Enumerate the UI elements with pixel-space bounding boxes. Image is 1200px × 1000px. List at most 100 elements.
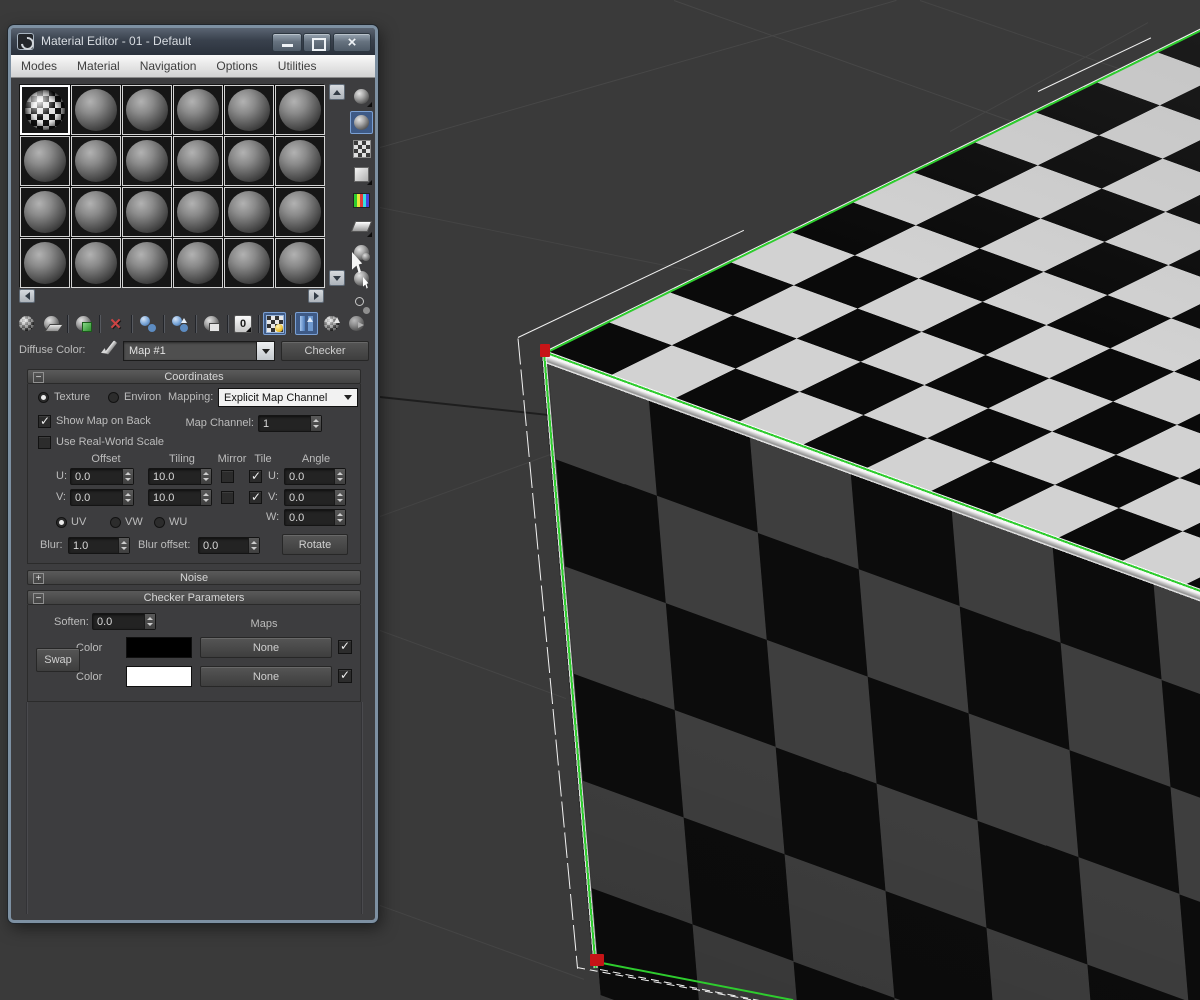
uv-radio[interactable] (56, 517, 67, 528)
maximize-button[interactable] (303, 33, 331, 52)
material-sample-slot[interactable] (122, 187, 172, 237)
spinner[interactable] (334, 469, 345, 484)
menu-item-modes[interactable]: Modes (11, 55, 67, 77)
put-to-library-icon[interactable] (200, 312, 223, 335)
palette-scroll-up-button[interactable] (329, 84, 345, 100)
material-sample-slot[interactable] (173, 187, 223, 237)
material-sample-slot[interactable] (224, 238, 274, 288)
mirror-u-checkbox[interactable] (221, 470, 234, 483)
wu-radio[interactable] (154, 517, 165, 528)
spinner[interactable] (334, 510, 345, 525)
swap-button[interactable]: Swap (36, 648, 80, 672)
sample-type-icon[interactable] (350, 85, 373, 108)
spinner[interactable] (334, 490, 345, 505)
assign-material-to-selection-icon[interactable] (72, 312, 95, 335)
material-sample-slot[interactable] (173, 85, 223, 135)
texture-radio[interactable] (38, 392, 49, 403)
material-sample-slot[interactable] (275, 85, 325, 135)
color2-map-button[interactable]: None (200, 666, 332, 687)
make-preview-icon[interactable] (350, 215, 373, 238)
sample-uv-tiling-icon[interactable] (350, 163, 373, 186)
video-color-check-icon[interactable] (350, 189, 373, 212)
use-real-world-scale-checkbox[interactable] (38, 436, 51, 449)
material-sample-slot[interactable] (275, 136, 325, 186)
environ-radio[interactable] (108, 392, 119, 403)
material-sample-slot[interactable] (20, 187, 70, 237)
material-sample-slot[interactable] (71, 187, 121, 237)
get-material-icon[interactable] (15, 312, 38, 335)
spinner[interactable] (122, 469, 133, 484)
menu-item-utilities[interactable]: Utilities (268, 55, 327, 77)
material-sample-slot[interactable] (20, 238, 70, 288)
material-id-channel-icon[interactable]: 0 (234, 314, 252, 333)
material-sample-slot[interactable] (71, 85, 121, 135)
spinner[interactable] (118, 538, 129, 553)
material-sample-slot[interactable] (122, 85, 172, 135)
blur-field[interactable]: 1.0 (68, 537, 130, 554)
material-sample-slot[interactable] (20, 85, 70, 135)
material-sample-slot[interactable] (71, 238, 121, 288)
soften-field[interactable]: 0.0 (92, 613, 156, 630)
palette-scroll-right-button[interactable] (308, 289, 324, 303)
show-shaded-material-in-viewport-icon[interactable] (263, 312, 286, 335)
menu-item-options[interactable]: Options (206, 55, 267, 77)
angle-u-field[interactable]: 0.0 (284, 468, 346, 485)
material-sample-slot[interactable] (173, 238, 223, 288)
minimize-button[interactable] (272, 33, 302, 52)
angle-v-field[interactable]: 0.0 (284, 489, 346, 506)
material-sample-slot[interactable] (173, 136, 223, 186)
rotate-button[interactable]: Rotate (282, 534, 348, 555)
selected-vertex-bottom[interactable] (590, 954, 604, 966)
material-sample-slot[interactable] (122, 238, 172, 288)
material-sample-slot[interactable] (20, 136, 70, 186)
color1-swatch[interactable] (126, 637, 192, 658)
spinner[interactable] (122, 490, 133, 505)
material-sample-slot[interactable] (224, 187, 274, 237)
checker-parameters-rollout-header[interactable]: − Checker Parameters (27, 590, 361, 605)
select-by-material-icon[interactable] (350, 267, 373, 290)
material-sample-slot[interactable] (275, 238, 325, 288)
go-to-parent-icon[interactable] (320, 312, 343, 335)
color2-swatch[interactable] (126, 666, 192, 687)
eyedropper-icon[interactable] (101, 338, 121, 358)
spinner[interactable] (200, 490, 211, 505)
background-icon[interactable] (350, 137, 373, 160)
material-sample-slot[interactable] (275, 187, 325, 237)
make-material-copy-icon[interactable] (136, 312, 159, 335)
color2-map-enable-checkbox[interactable] (338, 668, 352, 683)
color1-map-enable-checkbox[interactable] (338, 639, 352, 654)
backlight-icon[interactable] (350, 111, 373, 134)
coordinates-rollout-header[interactable]: − Coordinates (27, 369, 361, 384)
spinner[interactable] (248, 538, 259, 553)
show-map-on-back-checkbox[interactable] (38, 414, 51, 428)
offset-u-field[interactable]: 0.0 (70, 468, 134, 485)
blur-offset-field[interactable]: 0.0 (198, 537, 260, 554)
material-sample-slot[interactable] (224, 85, 274, 135)
map-type-button[interactable]: Checker (281, 341, 369, 361)
vw-radio[interactable] (110, 517, 121, 528)
show-end-result-icon[interactable] (295, 312, 318, 335)
tiling-u-field[interactable]: 10.0 (148, 468, 212, 485)
material-sample-slot[interactable] (71, 136, 121, 186)
offset-v-field[interactable]: 0.0 (70, 489, 134, 506)
palette-scroll-down-button[interactable] (329, 270, 345, 286)
material-sample-slot[interactable] (122, 136, 172, 186)
menu-item-navigation[interactable]: Navigation (130, 55, 207, 77)
noise-rollout-header[interactable]: + Noise (27, 570, 361, 585)
mirror-v-checkbox[interactable] (221, 491, 234, 504)
tiling-v-field[interactable]: 10.0 (148, 489, 212, 506)
palette-scroll-left-button[interactable] (19, 289, 35, 303)
spinner[interactable] (310, 416, 321, 431)
titlebar[interactable]: Material Editor - 01 - Default (11, 28, 375, 55)
make-unique-icon[interactable] (168, 312, 191, 335)
mapping-dropdown[interactable]: Explicit Map Channel (218, 388, 358, 407)
dropdown-arrow-icon[interactable] (256, 342, 274, 360)
go-forward-to-sibling-icon[interactable] (345, 312, 368, 335)
put-material-to-scene-icon[interactable] (40, 312, 63, 335)
tile-u-checkbox[interactable] (249, 469, 262, 483)
color1-map-button[interactable]: None (200, 637, 332, 658)
spinner[interactable] (200, 469, 211, 484)
angle-w-field[interactable]: 0.0 (284, 509, 346, 526)
selected-vertex-top[interactable] (540, 344, 550, 357)
tile-v-checkbox[interactable] (249, 490, 262, 504)
